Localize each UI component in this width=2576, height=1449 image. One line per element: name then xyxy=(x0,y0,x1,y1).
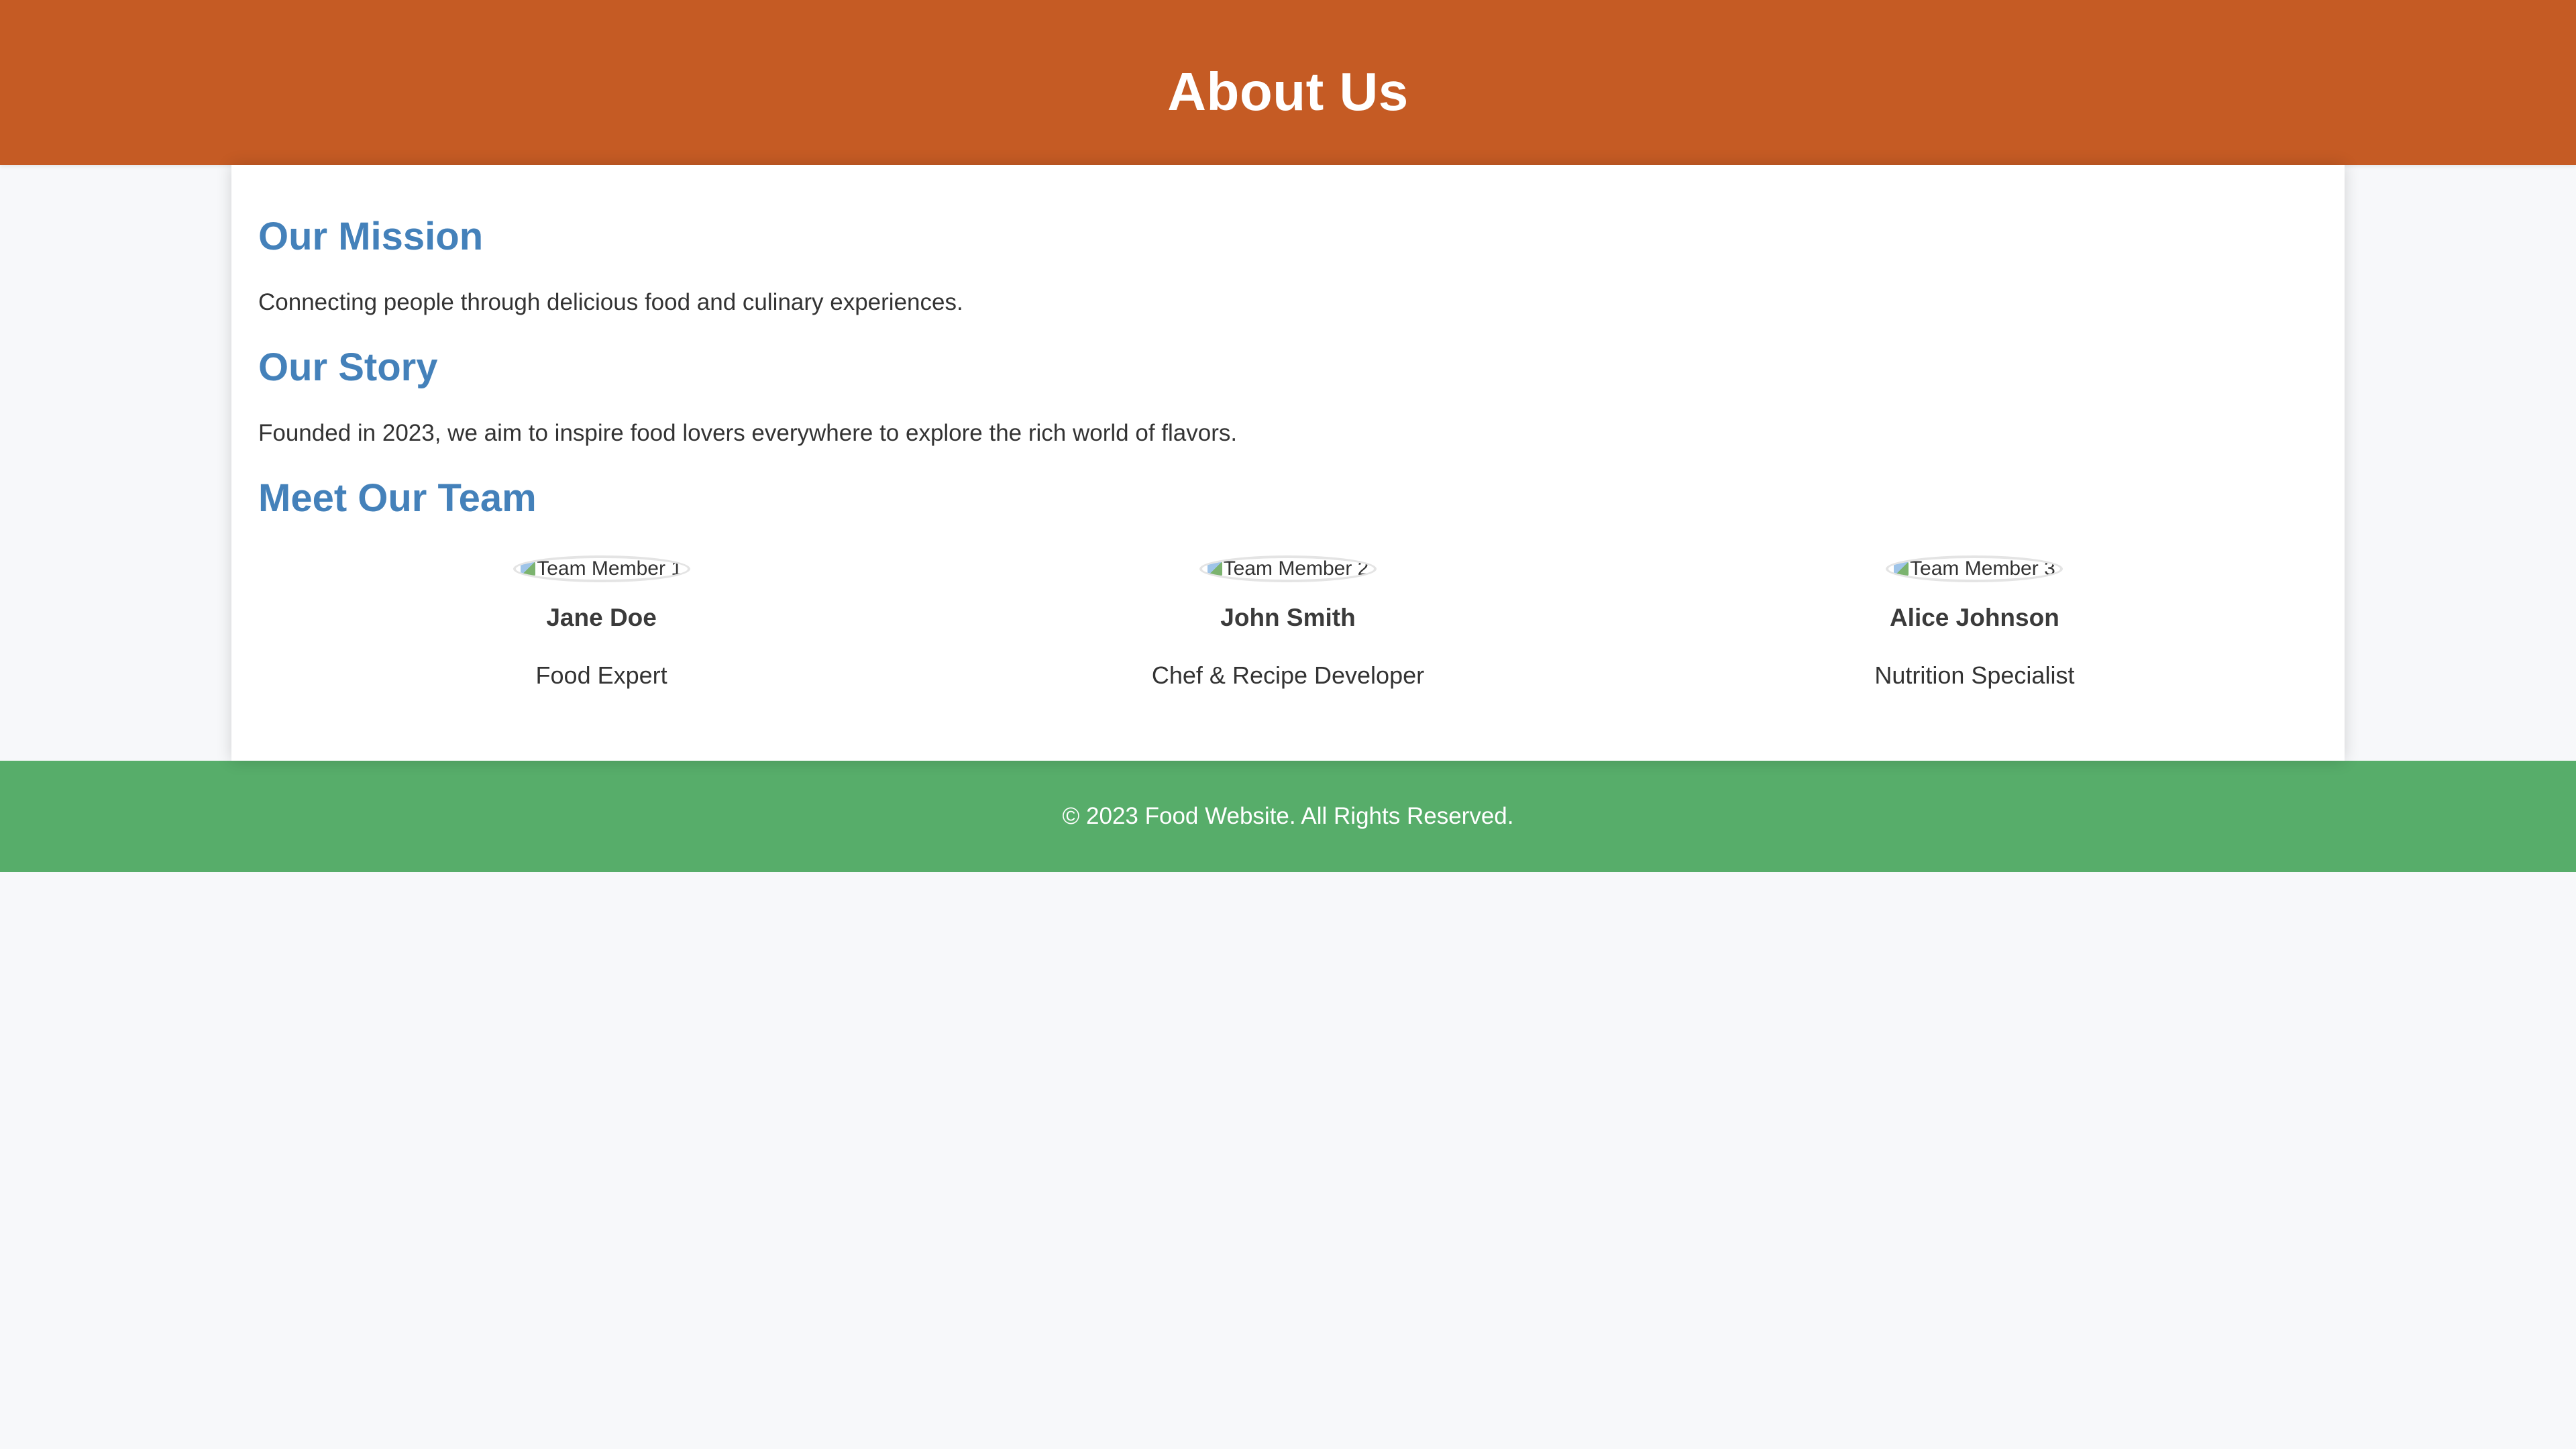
avatar-alt-text: Team Member 2 xyxy=(1223,557,1369,580)
mission-heading: Our Mission xyxy=(258,215,484,258)
team-list: Team Member 1 Jane Doe Food Expert Team … xyxy=(258,555,2318,690)
mission-section: Our Mission Connecting people through de… xyxy=(258,213,2318,317)
team-member-card: Team Member 1 Jane Doe Food Expert xyxy=(258,555,945,690)
avatar-alt-text: Team Member 1 xyxy=(537,557,682,580)
broken-image-icon xyxy=(1207,561,1222,576)
team-member-card: Team Member 3 Alice Johnson Nutrition Sp… xyxy=(1631,555,2318,690)
story-section: Our Story Founded in 2023, we aim to ins… xyxy=(258,344,2318,448)
team-member-avatar: Team Member 3 xyxy=(1886,555,2063,582)
team-member-name: John Smith xyxy=(1220,603,1356,631)
avatar-alt-text: Team Member 3 xyxy=(1910,557,2055,580)
mission-text: Connecting people through delicious food… xyxy=(258,288,963,315)
team-member-avatar: Team Member 1 xyxy=(513,555,690,582)
story-text: Founded in 2023, we aim to inspire food … xyxy=(258,419,1238,446)
site-footer: © 2023 Food Website. All Rights Reserved… xyxy=(0,761,2576,872)
team-heading: Meet Our Team xyxy=(258,476,537,521)
story-heading: Our Story xyxy=(258,345,438,390)
site-header: About Us xyxy=(0,0,2576,165)
team-member-card: Team Member 2 John Smith Chef & Recipe D… xyxy=(945,555,1631,690)
broken-image-icon xyxy=(521,561,536,576)
footer-copyright: © 2023 Food Website. All Rights Reserved… xyxy=(1062,803,1514,829)
main-content: Our Mission Connecting people through de… xyxy=(231,165,2345,761)
team-member-name: Jane Doe xyxy=(546,603,657,631)
team-member-role: Nutrition Specialist xyxy=(1874,661,2075,689)
broken-image-icon xyxy=(1894,561,1909,576)
team-member-avatar: Team Member 2 xyxy=(1199,555,1377,582)
team-member-role: Chef & Recipe Developer xyxy=(1151,661,1425,689)
team-member-role: Food Expert xyxy=(535,661,667,689)
team-section: Meet Our Team Team Member 1 Jane Doe Foo… xyxy=(258,475,2318,690)
page-title: About Us xyxy=(1167,62,1409,121)
team-member-name: Alice Johnson xyxy=(1889,603,2059,631)
